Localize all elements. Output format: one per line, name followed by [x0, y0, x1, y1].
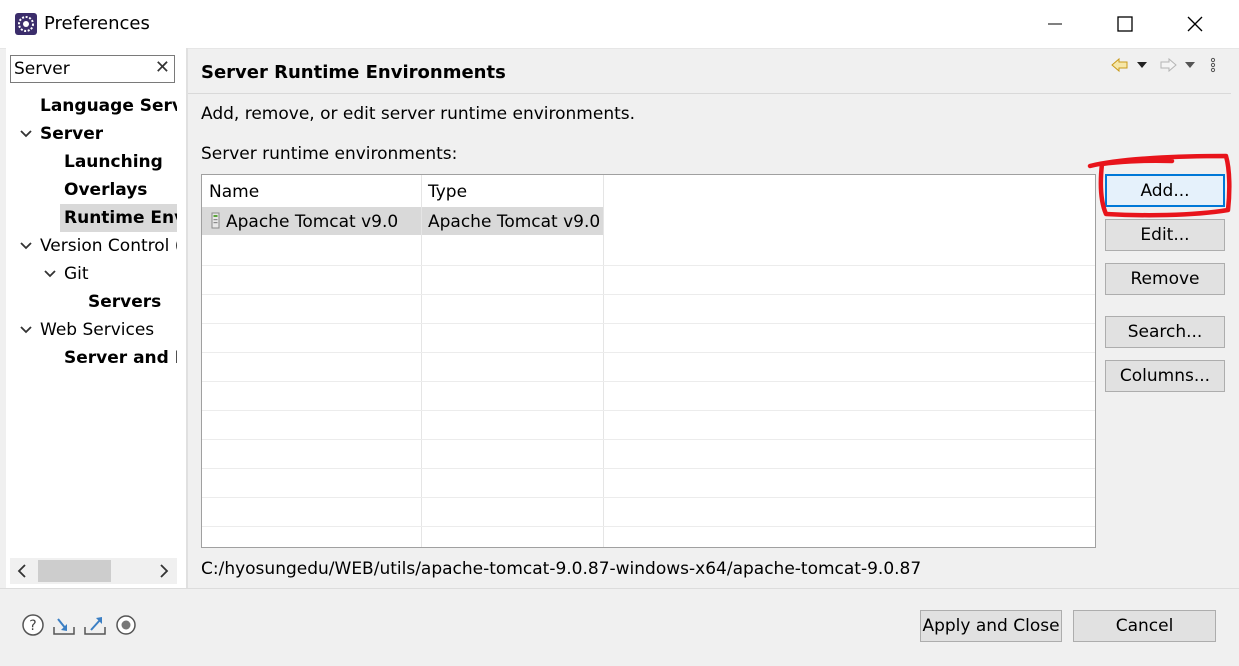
- columns-button[interactable]: Columns...: [1105, 360, 1225, 392]
- column-header-type[interactable]: Type: [421, 175, 604, 207]
- forward-menu-dropdown-icon[interactable]: [1183, 60, 1197, 70]
- apply-and-close-button[interactable]: Apply and Close: [920, 610, 1062, 642]
- empty-row: [202, 410, 1095, 440]
- red-annotation-circle: [1087, 153, 1232, 218]
- clear-filter-icon[interactable]: ✕: [155, 57, 170, 78]
- tree-item-server-and-runtime[interactable]: Server and Ru: [64, 344, 177, 372]
- empty-row: [202, 497, 1095, 527]
- filter-input[interactable]: [14, 58, 144, 80]
- chevron-down-icon[interactable]: [18, 232, 34, 260]
- empty-row: [202, 352, 1095, 382]
- maximize-icon: [1117, 16, 1133, 32]
- empty-row: [202, 265, 1095, 295]
- window-title: Preferences: [44, 13, 150, 34]
- runtime-table[interactable]: Name Type Apache Tomcat v9.0 Apache Tomc…: [201, 174, 1096, 548]
- back-menu-dropdown-icon[interactable]: [1135, 60, 1149, 70]
- runtime-list-label: Server runtime environments:: [201, 144, 458, 164]
- empty-row: [202, 236, 1095, 266]
- cancel-button[interactable]: Cancel: [1073, 610, 1216, 642]
- empty-row: [202, 294, 1095, 324]
- table-cell-name: Apache Tomcat v9.0: [226, 212, 399, 232]
- chevron-down-icon[interactable]: [18, 120, 34, 148]
- empty-row: [202, 323, 1095, 353]
- tree-item-version-control[interactable]: Version Control (: [40, 232, 177, 260]
- table-cell-type: Apache Tomcat v9.0: [428, 212, 601, 232]
- view-menu-icon[interactable]: [1208, 56, 1218, 74]
- tree-item-overlays[interactable]: Overlays: [64, 176, 147, 204]
- empty-row: [202, 468, 1095, 498]
- tree-item-runtime-environments[interactable]: Runtime Envi: [64, 204, 177, 232]
- chevron-down-icon[interactable]: [42, 260, 58, 288]
- pane-divider[interactable]: [186, 48, 188, 588]
- forward-arrow-icon[interactable]: [1158, 56, 1178, 74]
- tree-item-server[interactable]: Server: [40, 120, 103, 148]
- oomph-preference-recorder-icon[interactable]: [114, 613, 138, 637]
- close-button[interactable]: [1160, 0, 1230, 48]
- minimize-icon: [1048, 23, 1062, 25]
- footer-separator: [0, 588, 1239, 589]
- remove-button[interactable]: Remove: [1105, 263, 1225, 295]
- preference-tree: Language Serve Server Launching Overlays…: [6, 90, 177, 390]
- back-arrow-icon[interactable]: [1110, 56, 1130, 74]
- help-icon[interactable]: ?: [21, 613, 45, 637]
- eclipse-app-icon: [15, 13, 37, 35]
- chevron-down-icon[interactable]: [18, 316, 34, 344]
- minimize-button[interactable]: [1020, 0, 1090, 48]
- empty-row: [202, 381, 1095, 411]
- tree-item-language-servers[interactable]: Language Serve: [40, 92, 177, 120]
- tree-item-launching[interactable]: Launching: [64, 148, 163, 176]
- tree-item-web-services[interactable]: Web Services: [40, 316, 154, 344]
- tree-item-servers[interactable]: Servers: [88, 288, 161, 316]
- scroll-right-icon[interactable]: [156, 562, 172, 580]
- runtime-location-path: C:/hyosungedu/WEB/utils/apache-tomcat-9.…: [201, 559, 922, 579]
- empty-row: [202, 439, 1095, 469]
- header-separator: [188, 93, 1231, 94]
- page-title: Server Runtime Environments: [201, 62, 506, 83]
- search-button[interactable]: Search...: [1105, 316, 1225, 348]
- svg-text:?: ?: [29, 618, 36, 634]
- export-icon[interactable]: [83, 613, 107, 637]
- column-header-name[interactable]: Name: [202, 175, 422, 207]
- import-icon[interactable]: [52, 613, 76, 637]
- close-icon: [1187, 16, 1203, 32]
- edit-button[interactable]: Edit...: [1105, 219, 1225, 251]
- page-description: Add, remove, or edit server runtime envi…: [201, 104, 636, 124]
- tree-item-git[interactable]: Git: [64, 260, 89, 288]
- filter-field[interactable]: ✕: [10, 55, 175, 83]
- scrollbar-thumb[interactable]: [38, 560, 111, 582]
- maximize-button[interactable]: [1090, 0, 1160, 48]
- server-runtime-icon: [211, 212, 220, 229]
- scroll-left-icon[interactable]: [14, 562, 30, 580]
